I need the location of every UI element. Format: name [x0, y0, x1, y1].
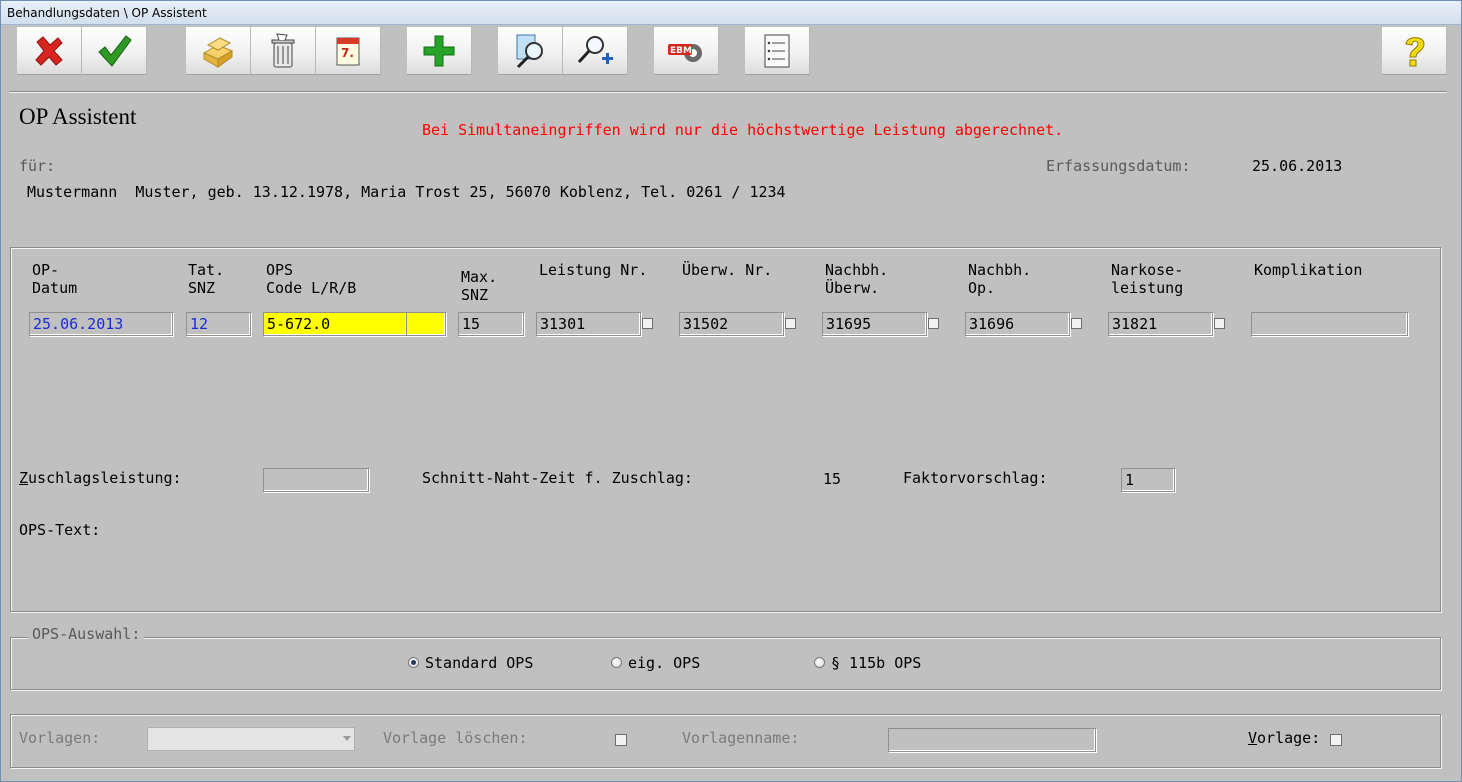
ops-side-input[interactable] — [406, 312, 446, 336]
col-op-datum: OP- Datum — [32, 261, 78, 297]
cancel-button[interactable] — [17, 27, 82, 75]
numbered-list-button[interactable] — [745, 27, 810, 75]
col-nachbh-uberw: Nachbh. Überw. — [825, 261, 889, 297]
zuschlagsleistung-label: Zuschlagsleistung: — [19, 469, 182, 487]
toolbar-separator — [9, 91, 1447, 93]
vorlage-loeschen-checkbox[interactable] — [615, 734, 627, 746]
radio-standard-ops-label[interactable]: Standard OPS — [425, 654, 533, 672]
erfassungsdatum-value: 25.06.2013 — [1252, 157, 1343, 175]
ebm-gear-icon: EBM — [668, 43, 702, 62]
vorlagen-select[interactable] — [147, 727, 355, 751]
radio-standard-ops[interactable] — [408, 657, 419, 668]
tat-snz-input[interactable]: 12 — [186, 312, 251, 336]
erfassungsdatum-label: Erfassungsdatum: — [1046, 157, 1191, 175]
fuer-label: für: — [19, 157, 56, 175]
add-button[interactable] — [407, 27, 472, 75]
cancel-icon — [35, 35, 63, 66]
uberw-nr-checkbox[interactable] — [785, 318, 796, 329]
confirm-icon — [98, 34, 132, 67]
schnitt-naht-label: Schnitt-Naht-Zeit f. Zuschlag: — [422, 469, 693, 487]
chevron-down-icon — [343, 736, 351, 741]
op-datum-input[interactable]: 25.06.2013 — [29, 312, 173, 336]
vorlage-hotkey: V — [1248, 729, 1258, 747]
folders-button[interactable] — [186, 27, 251, 75]
vorlagen-label: Vorlagen: — [19, 729, 101, 747]
nachbh-uberw-checkbox[interactable] — [928, 318, 939, 329]
leistung-nr-checkbox[interactable] — [642, 318, 653, 329]
col-uberw-nr: Überw. Nr. — [682, 261, 773, 279]
ebm-button[interactable]: EBM — [654, 27, 719, 75]
uberw-nr-field[interactable]: 31502 — [679, 312, 784, 336]
window-title: Behandlungsdaten \ OP Assistent — [7, 6, 207, 20]
help-icon — [1405, 36, 1425, 66]
help-button[interactable] — [1382, 27, 1447, 75]
zoom-add-button[interactable] — [563, 27, 628, 75]
radio-eig-ops-label[interactable]: eig. OPS — [628, 654, 700, 672]
confirm-button[interactable] — [82, 27, 147, 75]
folders-icon — [202, 36, 234, 68]
calendar-day-text: 7. — [341, 46, 354, 60]
leistung-nr-field[interactable]: 31301 — [536, 312, 641, 336]
calendar-button[interactable]: 7. — [316, 27, 381, 75]
ops-auswahl-group — [10, 637, 1441, 690]
narkose-checkbox[interactable] — [1214, 318, 1225, 329]
search-document-icon — [516, 34, 543, 68]
numbered-list-icon — [764, 34, 790, 67]
vorlage-checkbox[interactable] — [1330, 734, 1342, 746]
zuschlag-hotkey: Z — [19, 469, 29, 487]
ops-auswahl-caption: OPS-Auswahl: — [28, 625, 145, 643]
col-max-snz: Max. SNZ — [461, 268, 498, 304]
nachbh-uberw-field[interactable]: 31695 — [822, 312, 927, 336]
schnitt-naht-value: 15 — [823, 470, 842, 488]
window-title-bar: Behandlungsdaten \ OP Assistent — [1, 1, 1461, 25]
calendar-icon: 7. — [336, 37, 360, 65]
operation-panel — [10, 247, 1441, 612]
vorlage-label: Vorlage: — [1248, 729, 1320, 747]
col-tat-snz: Tat. SNZ — [188, 261, 225, 297]
add-icon — [423, 35, 455, 66]
patient-info: Mustermann Muster, geb. 13.12.1978, Mari… — [27, 183, 786, 201]
col-ops-code: OPS Code L/R/B — [266, 261, 357, 297]
col-leistung-nr: Leistung Nr. — [539, 261, 648, 279]
radio-115b-ops[interactable] — [814, 657, 825, 668]
trash-button[interactable] — [251, 27, 316, 75]
page-title: OP Assistent — [19, 104, 137, 129]
vorlage-loeschen-label: Vorlage löschen: — [383, 729, 528, 747]
col-nachbh-op: Nachbh. Op. — [968, 261, 1032, 297]
vorlagenname-label: Vorlagenname: — [682, 729, 800, 747]
search-document-button[interactable] — [498, 27, 563, 75]
col-komplikation: Komplikation — [1254, 261, 1363, 279]
ebm-label: EBM — [670, 46, 692, 56]
max-snz-field: 15 — [458, 312, 524, 336]
radio-eig-ops[interactable] — [611, 657, 622, 668]
zoom-add-icon — [577, 35, 613, 64]
ops-text-label: OPS-Text: — [19, 521, 101, 539]
faktorvorschlag-input[interactable]: 1 — [1121, 468, 1175, 492]
faktorvorschlag-label: Faktorvorschlag: — [903, 469, 1048, 487]
vorlagenname-input[interactable] — [888, 728, 1096, 752]
col-narkose: Narkose- leistung — [1111, 261, 1184, 297]
ops-code-input[interactable]: 5-672.0 — [263, 312, 407, 336]
vorlage-label-text: orlage: — [1257, 729, 1321, 747]
op-assistent-window: Behandlungsdaten \ OP Assistent 7. EBM O… — [0, 0, 1462, 782]
zuschlagsleistung-input[interactable] — [263, 468, 369, 492]
zuschlag-label-text: uschlagsleistung: — [28, 469, 182, 487]
komplikation-input[interactable] — [1251, 312, 1408, 336]
trash-icon — [271, 32, 295, 67]
nachbh-op-checkbox[interactable] — [1071, 318, 1082, 329]
radio-115b-ops-label[interactable]: § 115b OPS — [831, 654, 921, 672]
simultaneous-warning: Bei Simultaneingriffen wird nur die höch… — [422, 121, 1064, 139]
narkose-field[interactable]: 31821 — [1108, 312, 1213, 336]
nachbh-op-field[interactable]: 31696 — [965, 312, 1070, 336]
